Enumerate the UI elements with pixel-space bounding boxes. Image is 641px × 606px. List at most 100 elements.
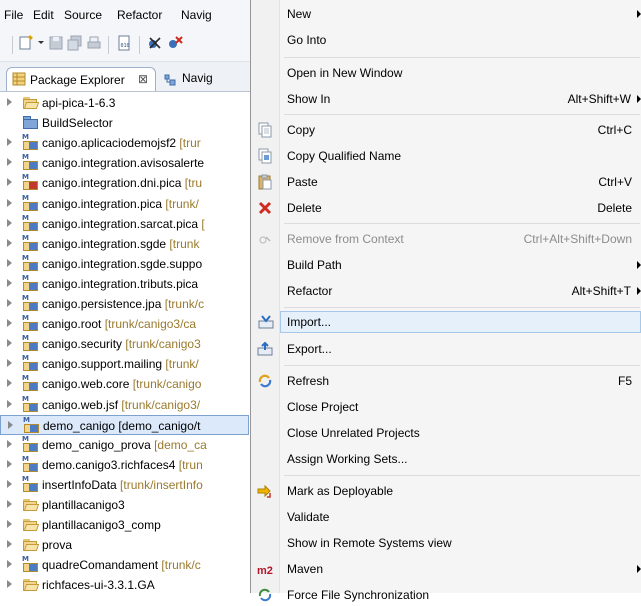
expand-arrow-icon[interactable]: [7, 278, 12, 287]
menu-item[interactable]: Go Into: [251, 29, 641, 51]
tab-navigator[interactable]: Navig: [158, 70, 250, 90]
expand-arrow-icon[interactable]: [7, 399, 12, 408]
close-icon[interactable]: ⊠: [138, 72, 148, 86]
copy-icon: [257, 122, 273, 138]
expand-arrow-icon[interactable]: [7, 238, 12, 247]
expand-arrow-icon[interactable]: [7, 580, 12, 589]
tree-item[interactable]: Mcanigo.security [trunk/canigo3: [0, 334, 250, 354]
menu-item[interactable]: Close Project: [251, 396, 641, 418]
tree-item[interactable]: MinsertInfoData [trunk/insertInfo: [0, 475, 250, 495]
scm-decoration: [demo_ca: [150, 437, 207, 452]
expand-arrow-icon[interactable]: [7, 98, 12, 106]
expand-arrow-icon[interactable]: [7, 138, 12, 147]
expand-arrow-icon[interactable]: [7, 178, 12, 187]
menu-item-label: Open in New Window: [287, 66, 403, 80]
tree-item[interactable]: Mcanigo.aplicaciodemojsf2 [trur: [0, 133, 250, 153]
tree-item[interactable]: Mcanigo.integration.avisosalerte: [0, 153, 250, 173]
expand-arrow-icon[interactable]: [7, 359, 12, 368]
menu-item[interactable]: Close Unrelated Projects: [251, 422, 641, 444]
tree-item[interactable]: Mdemo_canigo [demo_canigo/t: [0, 414, 249, 435]
paste-icon: [257, 174, 273, 190]
expand-arrow-icon[interactable]: [7, 218, 12, 227]
menu-edit[interactable]: Edit: [33, 8, 54, 22]
menu-item[interactable]: Paste Ctrl+V: [251, 171, 641, 193]
tree-item[interactable]: Mcanigo.integration.sgde [trunk: [0, 234, 250, 254]
menu-item[interactable]: Copy Qualified Name: [251, 145, 641, 167]
menu-item[interactable]: Open in New Window: [251, 62, 641, 84]
tree-item[interactable]: Mcanigo.integration.dni.pica [tru: [0, 173, 250, 193]
project-name: demo_canigo_prova: [42, 437, 151, 452]
tree-item[interactable]: plantillacanigo3_comp: [0, 515, 250, 535]
expand-arrow-icon[interactable]: [7, 198, 12, 207]
print-icon[interactable]: [86, 35, 102, 51]
tree-item[interactable]: MquadreComandament [trunk/c: [0, 555, 250, 575]
expand-arrow-icon[interactable]: [7, 459, 12, 468]
tree-item[interactable]: Mcanigo.root [trunk/canigo3/ca: [0, 314, 250, 334]
expand-arrow-icon[interactable]: [7, 520, 12, 529]
tree-item[interactable]: Mcanigo.persistence.jpa [trunk/c: [0, 294, 250, 314]
menu-item[interactable]: Show In Alt+Shift+W: [251, 88, 641, 110]
expand-arrow-icon[interactable]: [7, 560, 12, 569]
expand-arrow-icon[interactable]: [7, 540, 12, 549]
menu-item[interactable]: Refresh F5: [251, 370, 641, 392]
tree-item[interactable]: Mcanigo.integration.pica [trunk/: [0, 194, 250, 214]
menu-item[interactable]: Import...: [258, 311, 641, 333]
tree-item[interactable]: Mcanigo.web.jsf [trunk/canigo3/: [0, 395, 250, 415]
expand-arrow-icon[interactable]: [7, 319, 12, 328]
tree-item-label: demo.canigo3.richfaces4 [trun: [42, 458, 203, 472]
menu-item[interactable]: Refactor Alt+Shift+T: [251, 280, 641, 302]
menu-item[interactable]: New: [251, 3, 641, 25]
expand-arrow-icon[interactable]: [7, 479, 12, 488]
expand-arrow-icon[interactable]: [7, 379, 12, 388]
menu-file[interactable]: File: [4, 8, 23, 22]
tree-item[interactable]: Mcanigo.web.core [trunk/canigo: [0, 374, 250, 394]
tree-item-label: canigo.integration.avisosalerte: [42, 156, 204, 170]
new-icon[interactable]: [18, 35, 34, 51]
expand-arrow-icon[interactable]: [7, 299, 12, 307]
expand-arrow-icon[interactable]: [7, 158, 12, 167]
menu-item[interactable]: Copy Ctrl+C: [251, 119, 641, 141]
menu-item[interactable]: Remove from Context Ctrl+Alt+Shift+Down: [251, 228, 641, 250]
tree-item[interactable]: plantillacanigo3: [0, 495, 250, 515]
menu-source[interactable]: Source: [64, 8, 102, 22]
menu-item[interactable]: Delete Delete: [251, 197, 641, 219]
menu-item[interactable]: m2 Maven: [251, 558, 641, 580]
submenu-arrow-icon: [637, 261, 641, 269]
tree-item[interactable]: Mcanigo.integration.sgde.suppo: [0, 254, 250, 274]
tree-item[interactable]: Mcanigo.integration.tributs.pica: [0, 274, 250, 294]
menu-item[interactable]: Build Path: [251, 254, 641, 276]
menu-item[interactable]: Mark as Deployable: [251, 480, 641, 502]
scm-decoration: [trunk/canigo3: [122, 337, 201, 352]
expand-arrow-icon[interactable]: [8, 420, 13, 429]
project-name: canigo.web.jsf: [42, 397, 119, 412]
tree-item[interactable]: Mdemo_canigo_prova [demo_ca: [0, 435, 250, 455]
tab-package-explorer[interactable]: Package Explorer ⊠: [6, 67, 156, 91]
refresh-icon: [257, 373, 273, 389]
expand-arrow-icon[interactable]: [7, 439, 12, 448]
tree-item[interactable]: api-pica-1-6.3: [0, 93, 250, 113]
terminate-icon[interactable]: [167, 35, 183, 51]
menu-item[interactable]: Assign Working Sets...: [251, 448, 641, 470]
menu-item[interactable]: Export...: [251, 338, 641, 360]
menu-item[interactable]: Show in Remote Systems view: [251, 532, 641, 554]
menu-navigate[interactable]: Navig: [181, 8, 212, 22]
skip-breakpoints-icon[interactable]: [147, 35, 163, 51]
expand-arrow-icon[interactable]: [7, 258, 12, 267]
tree-item[interactable]: Mcanigo.support.mailing [trunk/: [0, 354, 250, 374]
tree-item[interactable]: Mdemo.canigo3.richfaces4 [trun: [0, 455, 250, 475]
chevron-down-icon[interactable]: [37, 35, 45, 51]
menu-item[interactable]: Force File Synchronization: [251, 584, 641, 606]
save-icon[interactable]: [48, 35, 64, 51]
svg-text:010: 010: [121, 43, 130, 49]
expand-arrow-icon[interactable]: [7, 500, 12, 508]
menu-refactor[interactable]: Refactor: [117, 8, 162, 22]
save-all-icon[interactable]: [67, 35, 83, 51]
tree-item[interactable]: Mcanigo.integration.sarcat.pica [: [0, 214, 250, 234]
tree-item[interactable]: BuildSelector: [0, 113, 250, 133]
expand-arrow-icon[interactable]: [7, 339, 12, 348]
tree-item[interactable]: prova: [0, 535, 250, 555]
scm-decoration: [trunk/c: [158, 558, 201, 573]
menu-item[interactable]: Validate: [251, 506, 641, 528]
tree-item[interactable]: richfaces-ui-3.3.1.GA: [0, 575, 250, 593]
binary-icon[interactable]: 010: [116, 35, 132, 51]
